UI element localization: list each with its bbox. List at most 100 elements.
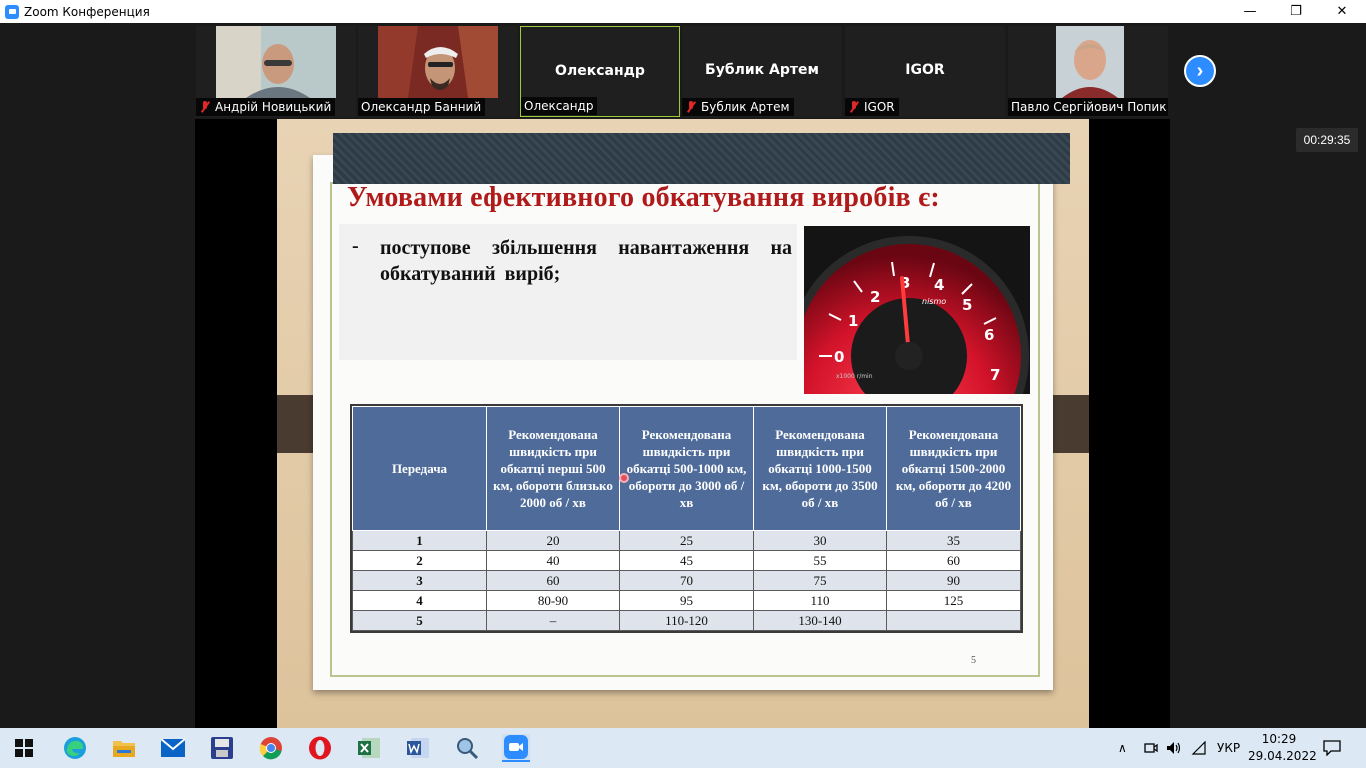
table-cell: 90	[886, 570, 1021, 591]
table-cell: 5	[352, 610, 487, 631]
gauge-number: 7	[990, 366, 1000, 384]
slide-header-band	[333, 133, 1070, 184]
gauge-number: 4	[934, 276, 944, 294]
participant-video	[1056, 26, 1124, 98]
table-row: 1 20 25 30 35	[352, 530, 1021, 551]
wifi-icon[interactable]	[1191, 728, 1207, 768]
break-in-speed-table: Передача Рекомендована швидкість при обк…	[350, 404, 1023, 633]
gauge-number: 2	[870, 288, 880, 306]
gauge-number: 1	[848, 312, 858, 330]
participant-name: Олександр Банний	[361, 100, 482, 114]
table-cell	[886, 610, 1021, 631]
table-row: 4 80-90 95 110 125	[352, 590, 1021, 611]
clock-time: 10:29	[1261, 732, 1297, 746]
taskbar-clock[interactable]: 10:29 29.04.2022	[1248, 731, 1317, 765]
zoom-app-icon	[5, 4, 19, 19]
input-language[interactable]: УКР	[1217, 728, 1240, 768]
table-cell: 25	[619, 530, 754, 551]
table-cell: 80-90	[486, 590, 620, 611]
table-header-row: Передача Рекомендована швидкість при обк…	[352, 406, 1021, 531]
file-explorer-icon[interactable]	[110, 734, 138, 762]
participant-label: IGOR	[845, 98, 899, 116]
table-cell: 1	[352, 530, 487, 551]
minimize-button[interactable]: —	[1227, 0, 1273, 23]
participant-display-name: Бублик Артем	[705, 62, 819, 78]
table-cell: 20	[486, 530, 620, 551]
magnifier-search-icon[interactable]	[453, 734, 481, 762]
table-cell: 60	[886, 550, 1021, 571]
meeting-timer: 00:29:35	[1296, 128, 1358, 152]
gauge-unit: x1000 r/min	[836, 373, 873, 380]
table-header-cell: Рекомендована швидкість при обкатці 500-…	[619, 406, 754, 531]
table-cell: 30	[753, 530, 887, 551]
table-cell: 70	[619, 570, 754, 591]
close-button[interactable]: ✕	[1319, 0, 1365, 23]
table-cell: 45	[619, 550, 754, 571]
table-header-cell: Рекомендована швидкість при обкатці 1000…	[753, 406, 887, 531]
zoom-taskbar-icon[interactable]	[502, 734, 530, 762]
mail-icon[interactable]	[159, 734, 187, 762]
slide-title: Умовами ефективного обкатування виробів …	[347, 182, 940, 213]
gauge-brand: nismo	[922, 297, 946, 306]
muted-mic-icon	[848, 101, 860, 113]
table-cell: 125	[886, 590, 1021, 611]
participant-tile[interactable]: Андрій Новицький	[196, 26, 356, 117]
opera-icon[interactable]	[306, 734, 334, 762]
participant-name: Бублик Артем	[701, 100, 790, 114]
save-disk-icon[interactable]	[208, 734, 236, 762]
participant-display-name: IGOR	[905, 62, 945, 78]
participant-name: Андрій Новицький	[215, 100, 332, 114]
participant-tile-active-speaker[interactable]: Олександр Олександр	[520, 26, 680, 117]
bullet-text: поступове збільшення навантаження на обк…	[380, 237, 792, 285]
table-cell: –	[486, 610, 620, 631]
table-header-cell: Рекомендована швидкість при обкатці 1500…	[886, 406, 1021, 531]
participant-label: Бублик Артем	[682, 98, 794, 116]
table-cell: 130-140	[753, 610, 887, 631]
participant-label: Олександр Банний	[358, 98, 486, 116]
muted-mic-icon	[685, 101, 697, 113]
speaker-icon[interactable]	[1166, 728, 1182, 768]
table-cell: 40	[486, 550, 620, 571]
edge-icon[interactable]	[61, 734, 89, 762]
bullet-marker: -	[352, 235, 359, 257]
participant-tile[interactable]: IGOR IGOR	[845, 26, 1005, 117]
participant-tile[interactable]: Павло Сергійович Попик	[1008, 26, 1168, 117]
next-participants-arrow-icon[interactable]: ›	[1184, 55, 1216, 87]
participant-video	[216, 26, 336, 98]
tachometer-image: 0 1 2 3 4 5 6 7 nismo x1000 r/min	[804, 226, 1030, 394]
windows-taskbar: ∧ УКР 10:29 29.04.2022	[0, 728, 1366, 768]
gauge-number: 5	[962, 296, 972, 314]
table-cell: 55	[753, 550, 887, 571]
windows-start-icon[interactable]	[10, 734, 38, 762]
gauge-number: 6	[984, 326, 994, 344]
participant-tile[interactable]: Олександр Банний	[358, 26, 518, 117]
participant-display-name: Олександр	[555, 63, 645, 79]
table-row: 3 60 70 75 90	[352, 570, 1021, 591]
window-title-bar: Zoom Конференция — ❐ ✕	[0, 0, 1366, 23]
window-title: Zoom Конференция	[24, 4, 150, 19]
laser-pointer-icon	[619, 473, 629, 483]
participant-video	[378, 26, 498, 98]
table-cell: 95	[619, 590, 754, 611]
table-header-cell: Рекомендована швидкість при обкатці перш…	[486, 406, 620, 531]
gauge-number: 0	[834, 348, 844, 366]
participant-name: IGOR	[864, 100, 895, 114]
table-row: 2 40 45 55 60	[352, 550, 1021, 571]
word-icon[interactable]	[404, 734, 432, 762]
participant-label: Олександр	[521, 97, 598, 115]
table-cell: 35	[886, 530, 1021, 551]
table-cell: 75	[753, 570, 887, 591]
participant-tile[interactable]: Бублик Артем Бублик Артем	[682, 26, 842, 117]
participant-label: Павло Сергійович Попик	[1008, 98, 1168, 116]
notifications-icon[interactable]	[1323, 728, 1341, 768]
chrome-icon[interactable]	[257, 734, 285, 762]
table-cell: 110	[753, 590, 887, 611]
table-cell: 60	[486, 570, 620, 591]
table-cell: 3	[352, 570, 487, 591]
show-hidden-icons-chevron-icon[interactable]: ∧	[1118, 728, 1127, 768]
meet-now-icon[interactable]	[1144, 728, 1158, 768]
table-cell: 4	[352, 590, 487, 611]
table-row: 5 – 110-120 130-140	[352, 610, 1021, 631]
excel-icon[interactable]	[355, 734, 383, 762]
restore-button[interactable]: ❐	[1273, 0, 1319, 23]
